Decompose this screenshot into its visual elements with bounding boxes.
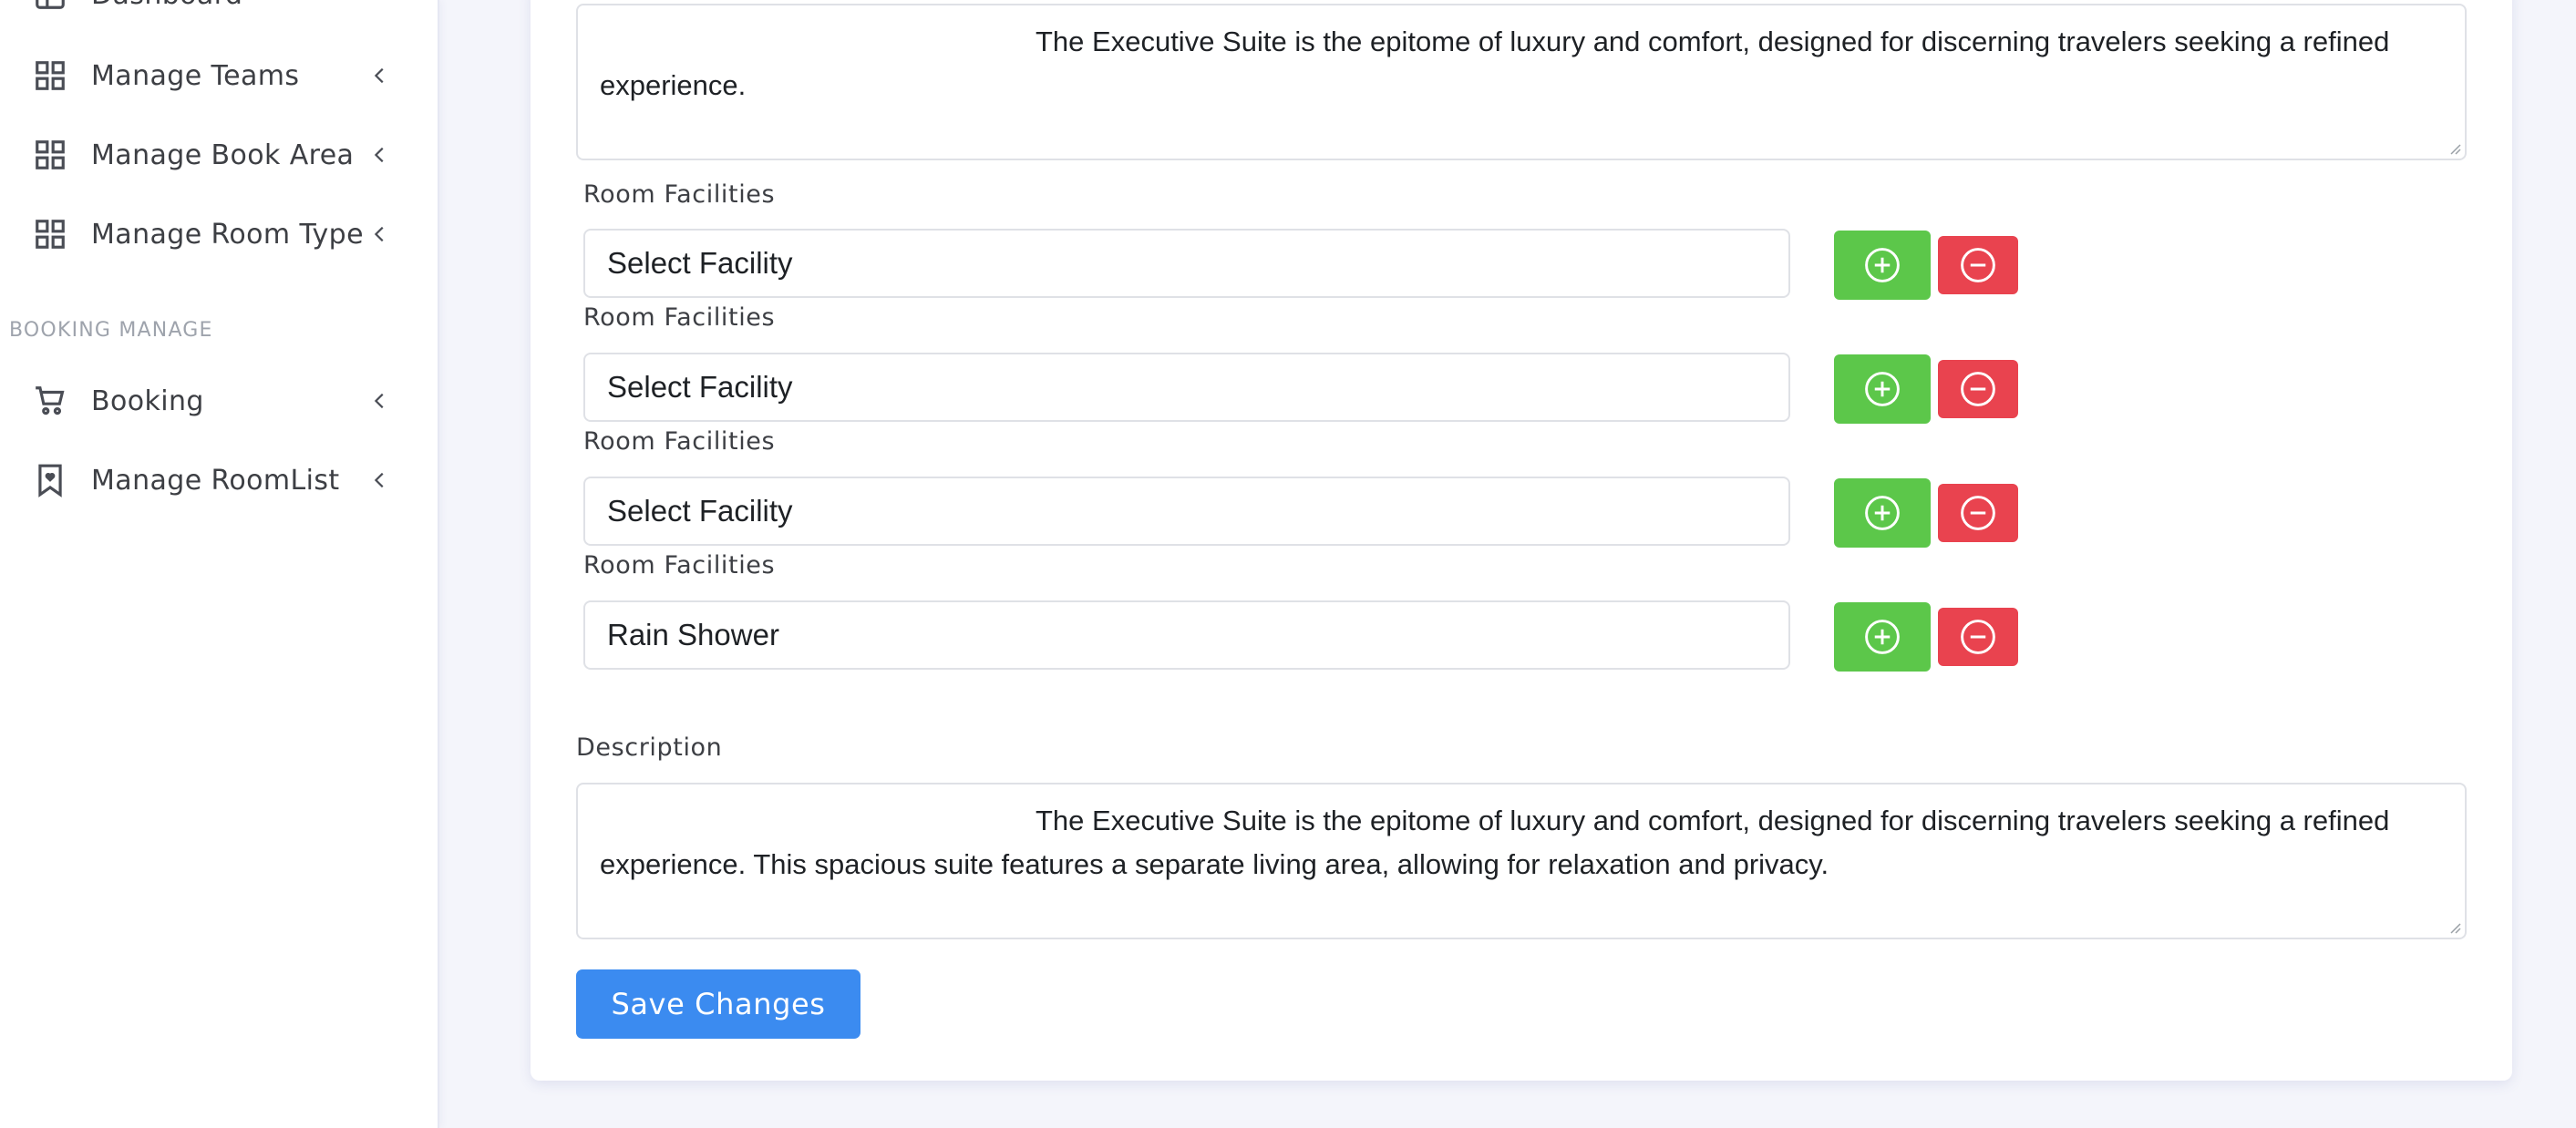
facility-select-value: Select Facility [607, 246, 793, 280]
room-facilities-label: Room Facilities [583, 427, 776, 456]
add-facility-button[interactable] [1834, 354, 1931, 424]
dashboard-icon [33, 0, 67, 12]
add-facility-button[interactable] [1834, 231, 1931, 300]
sidebar-section-label: BOOKING MANAGE [9, 319, 213, 342]
sidebar: Dashboard Manage Teams Manage Book Area … [0, 0, 439, 1128]
sidebar-item-label: Manage Book Area [91, 138, 355, 171]
chevron-left-icon [368, 389, 392, 413]
sidebar-item-manage-teams[interactable]: Manage Teams [0, 48, 438, 103]
sidebar-item-booking[interactable]: Booking [0, 374, 438, 428]
facility-select-value: Select Facility [607, 494, 793, 528]
sidebar-item-manage-book-area[interactable]: Manage Book Area [0, 128, 438, 182]
plus-circle-icon [1865, 372, 1900, 406]
minus-circle-icon [1961, 248, 1995, 282]
facility-select-value: Select Facility [607, 370, 793, 404]
grid-icon [33, 58, 67, 93]
facility-select[interactable]: Rain Shower [583, 600, 1790, 670]
description-text: The Executive Suite is the epitome of lu… [600, 805, 2390, 880]
resize-grip-icon[interactable] [2447, 140, 2461, 155]
plus-circle-icon [1865, 248, 1900, 282]
short-description-textarea[interactable]: The Executive Suite is the epitome of lu… [576, 4, 2467, 160]
sidebar-item-label: Booking [91, 385, 204, 417]
remove-facility-button[interactable] [1938, 608, 2018, 666]
minus-circle-icon [1961, 372, 1995, 406]
minus-circle-icon [1961, 620, 1995, 654]
facility-select[interactable]: Select Facility [583, 477, 1790, 546]
remove-facility-button[interactable] [1938, 360, 2018, 418]
description-label: Description [576, 733, 723, 762]
resize-grip-icon[interactable] [2447, 919, 2461, 934]
cart-icon [33, 384, 67, 418]
sidebar-item-label: Dashboard [91, 0, 242, 11]
sidebar-item-manage-room-type[interactable]: Manage Room Type [0, 207, 438, 261]
minus-circle-icon [1961, 496, 1995, 530]
facility-select-value: Rain Shower [607, 618, 779, 651]
chevron-left-icon [368, 143, 392, 167]
chevron-left-icon [368, 64, 392, 87]
sidebar-item-manage-roomlist[interactable]: Manage RoomList [0, 453, 438, 508]
chevron-left-icon [368, 222, 392, 246]
plus-circle-icon [1865, 496, 1900, 530]
grid-icon [33, 217, 67, 251]
add-facility-button[interactable] [1834, 602, 1931, 672]
remove-facility-button[interactable] [1938, 236, 2018, 294]
grid-icon [33, 138, 67, 172]
facility-select[interactable]: Select Facility [583, 229, 1790, 298]
description-textarea[interactable]: The Executive Suite is the epitome of lu… [576, 783, 2467, 939]
remove-facility-button[interactable] [1938, 484, 2018, 542]
add-facility-button[interactable] [1834, 478, 1931, 548]
chevron-left-icon [368, 468, 392, 492]
sidebar-item-label: Manage Room Type [91, 218, 364, 251]
sidebar-item-dashboard[interactable]: Dashboard [0, 0, 438, 22]
room-facilities-label: Room Facilities [583, 303, 776, 332]
room-facilities-label: Room Facilities [583, 180, 776, 209]
short-description-text: The Executive Suite is the epitome of lu… [600, 26, 2390, 101]
save-changes-button[interactable]: Save Changes [576, 969, 860, 1039]
bookmark-heart-icon [33, 463, 67, 497]
sidebar-item-label: Manage RoomList [91, 464, 340, 497]
facility-select[interactable]: Select Facility [583, 353, 1790, 422]
plus-circle-icon [1865, 620, 1900, 654]
sidebar-item-label: Manage Teams [91, 59, 300, 92]
room-facilities-label: Room Facilities [583, 551, 776, 579]
